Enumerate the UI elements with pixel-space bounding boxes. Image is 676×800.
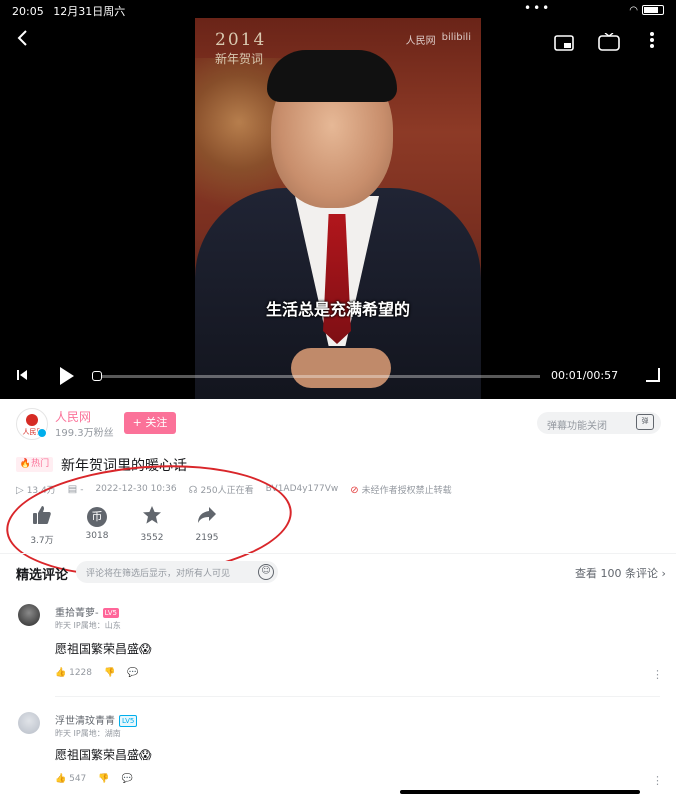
coin-count: 3018 [85,531,109,541]
video-title: 新年贺词里的暖心话 [61,458,187,474]
watching-count: 250人正在看 [200,485,254,496]
level-badge: LV5 [119,715,138,727]
fullscreen-icon[interactable] [646,368,660,382]
coin-button[interactable]: 币 3018 [72,505,122,541]
skip-previous-icon[interactable] [16,369,28,384]
danmaku-count-icon: ▤ [67,483,78,495]
bvid[interactable]: BV1AD4y177Vw [266,484,339,494]
section-divider [0,553,676,554]
comments-title: 精选评论 [16,568,69,583]
status-right: ◠ [629,3,664,17]
comment-actions: 👍 547 👎 💬 [55,774,133,784]
video-meta: ▷ 13.4万 ▤ - 2022-12-30 10:36 ☊ 250人正在看 BV1A… [16,481,452,497]
comment-user[interactable]: 浮世清玟青青 LV5 [55,712,138,727]
thumb-down-icon[interactable]: 👎 [98,774,109,784]
video-player[interactable]: 20:05 12月31日周六 ••• ◠ 2014 新年贺词 人民网 bilib… [0,0,676,399]
views-stat: ▷ 13.4万 [16,483,56,496]
danmaku-count: - [80,484,84,495]
progress-handle[interactable] [92,371,102,381]
back-icon[interactable] [16,28,30,52]
watermark-title: 新年贺词 [215,52,264,66]
comment-actions: 👍 1228 👎 💬 [55,668,138,678]
thumb-up-outline-icon: 👍 [55,668,67,678]
author-name[interactable]: 人民网 [55,408,91,425]
wifi-icon: ◠ [629,4,638,16]
comment-more-icon[interactable]: ⋮ [652,668,663,681]
comment-user[interactable]: 重拾菁萝- LV5 [55,604,119,619]
comment-text: 愿祖国繁荣昌盛😱 [55,748,152,762]
danmaku-toggle-icon[interactable]: 弹 [636,414,654,430]
share-icon [182,505,232,529]
reply-icon[interactable]: 💬 [127,668,138,678]
comment-like-count: 547 [69,774,87,784]
people-icon: ☊ [188,484,198,496]
comment-avatar[interactable] [18,604,40,626]
watermark-source: 人民网 bilibili [406,32,471,47]
video-frame[interactable]: 2014 新年贺词 人民网 bilibili [195,18,481,399]
status-date: 12月31日周六 [53,5,126,18]
verified-badge-icon [37,428,47,438]
comment-meta: 昨天 IP属地：山东 [55,621,121,630]
comment-like-count: 1228 [69,668,92,678]
hot-badge-label: 热门 [31,459,50,469]
forbidden-icon: ⊘ [350,484,359,496]
multitask-dots[interactable]: ••• [524,1,551,15]
picture-in-picture-icon[interactable] [554,32,574,56]
play-count-icon: ▷ [16,484,24,496]
like-count: 3.7万 [30,536,54,546]
watching-stat: ☊ 250人正在看 [189,483,254,496]
like-button[interactable]: 3.7万 [17,505,67,546]
watermark-site-text: bilibili [441,32,471,43]
danmaku-stat: ▤ - [68,484,84,495]
favorite-count: 3552 [140,533,164,543]
comment-input[interactable]: 评论将在筛选后显示，对所有人可见 [76,561,278,583]
video-subtitle: 生活总是充满希望的 [265,300,410,319]
progress-bar[interactable] [92,375,540,378]
figure-hair [267,50,397,102]
follow-button[interactable]: + 关注 [124,412,176,434]
thumb-up-outline-icon: 👍 [55,774,67,784]
comment-more-icon[interactable]: ⋮ [652,774,663,787]
watermark-year: 2014 [215,30,267,50]
comment-like-button[interactable]: 👍 1228 [55,668,92,678]
comment-separator [55,696,660,697]
logo-sun-icon [26,414,38,426]
thumb-down-icon[interactable]: 👎 [104,668,115,678]
status-left: 20:05 12月31日周六 [12,3,131,18]
comment-username: 重拾菁萝- [55,608,99,619]
player-controls: 00:01/00:57 [0,362,676,392]
home-indicator[interactable] [400,790,640,794]
comment-avatar[interactable] [18,712,40,734]
no-repost-notice: ⊘ 未经作者授权禁止转载 [350,483,451,496]
comment-text: 愿祖国繁荣昌盛😱 [55,642,152,656]
hot-badge: 🔥热门 [16,457,53,472]
level-badge: LV5 [102,608,119,618]
battery-icon [642,5,664,15]
watermark-source-text: 人民网 [405,36,436,47]
comment-like-button[interactable]: 👍 547 [55,774,86,784]
comment-username: 浮世清玟青青 [55,716,115,727]
status-time: 20:05 [12,5,44,18]
comment-meta: 昨天 IP属地：湖南 [55,729,121,738]
reply-icon[interactable]: 💬 [122,774,133,784]
more-vertical-icon[interactable] [649,30,655,54]
thumb-up-icon [17,505,67,529]
views-count: 13.4万 [26,485,56,496]
share-button[interactable]: 2195 [182,505,232,543]
emoji-icon[interactable]: ☺ [258,564,274,580]
coin-icon: 币 [87,507,107,527]
publish-date: 2022-12-30 10:36 [95,484,177,494]
tv-cast-icon[interactable] [598,32,620,56]
share-count: 2195 [195,533,219,543]
playback-time: 00:01/00:57 [551,369,619,382]
author-fans: 199.3万粉丝 [55,428,114,439]
favorite-button[interactable]: 3552 [127,505,177,543]
view-all-comments-link[interactable]: 查看 100 条评论 › [575,565,666,581]
status-bar: 20:05 12月31日周六 ••• ◠ [0,0,676,20]
play-icon[interactable] [60,367,74,385]
star-icon [127,505,177,529]
no-repost-text: 未经作者授权禁止转载 [361,485,452,496]
